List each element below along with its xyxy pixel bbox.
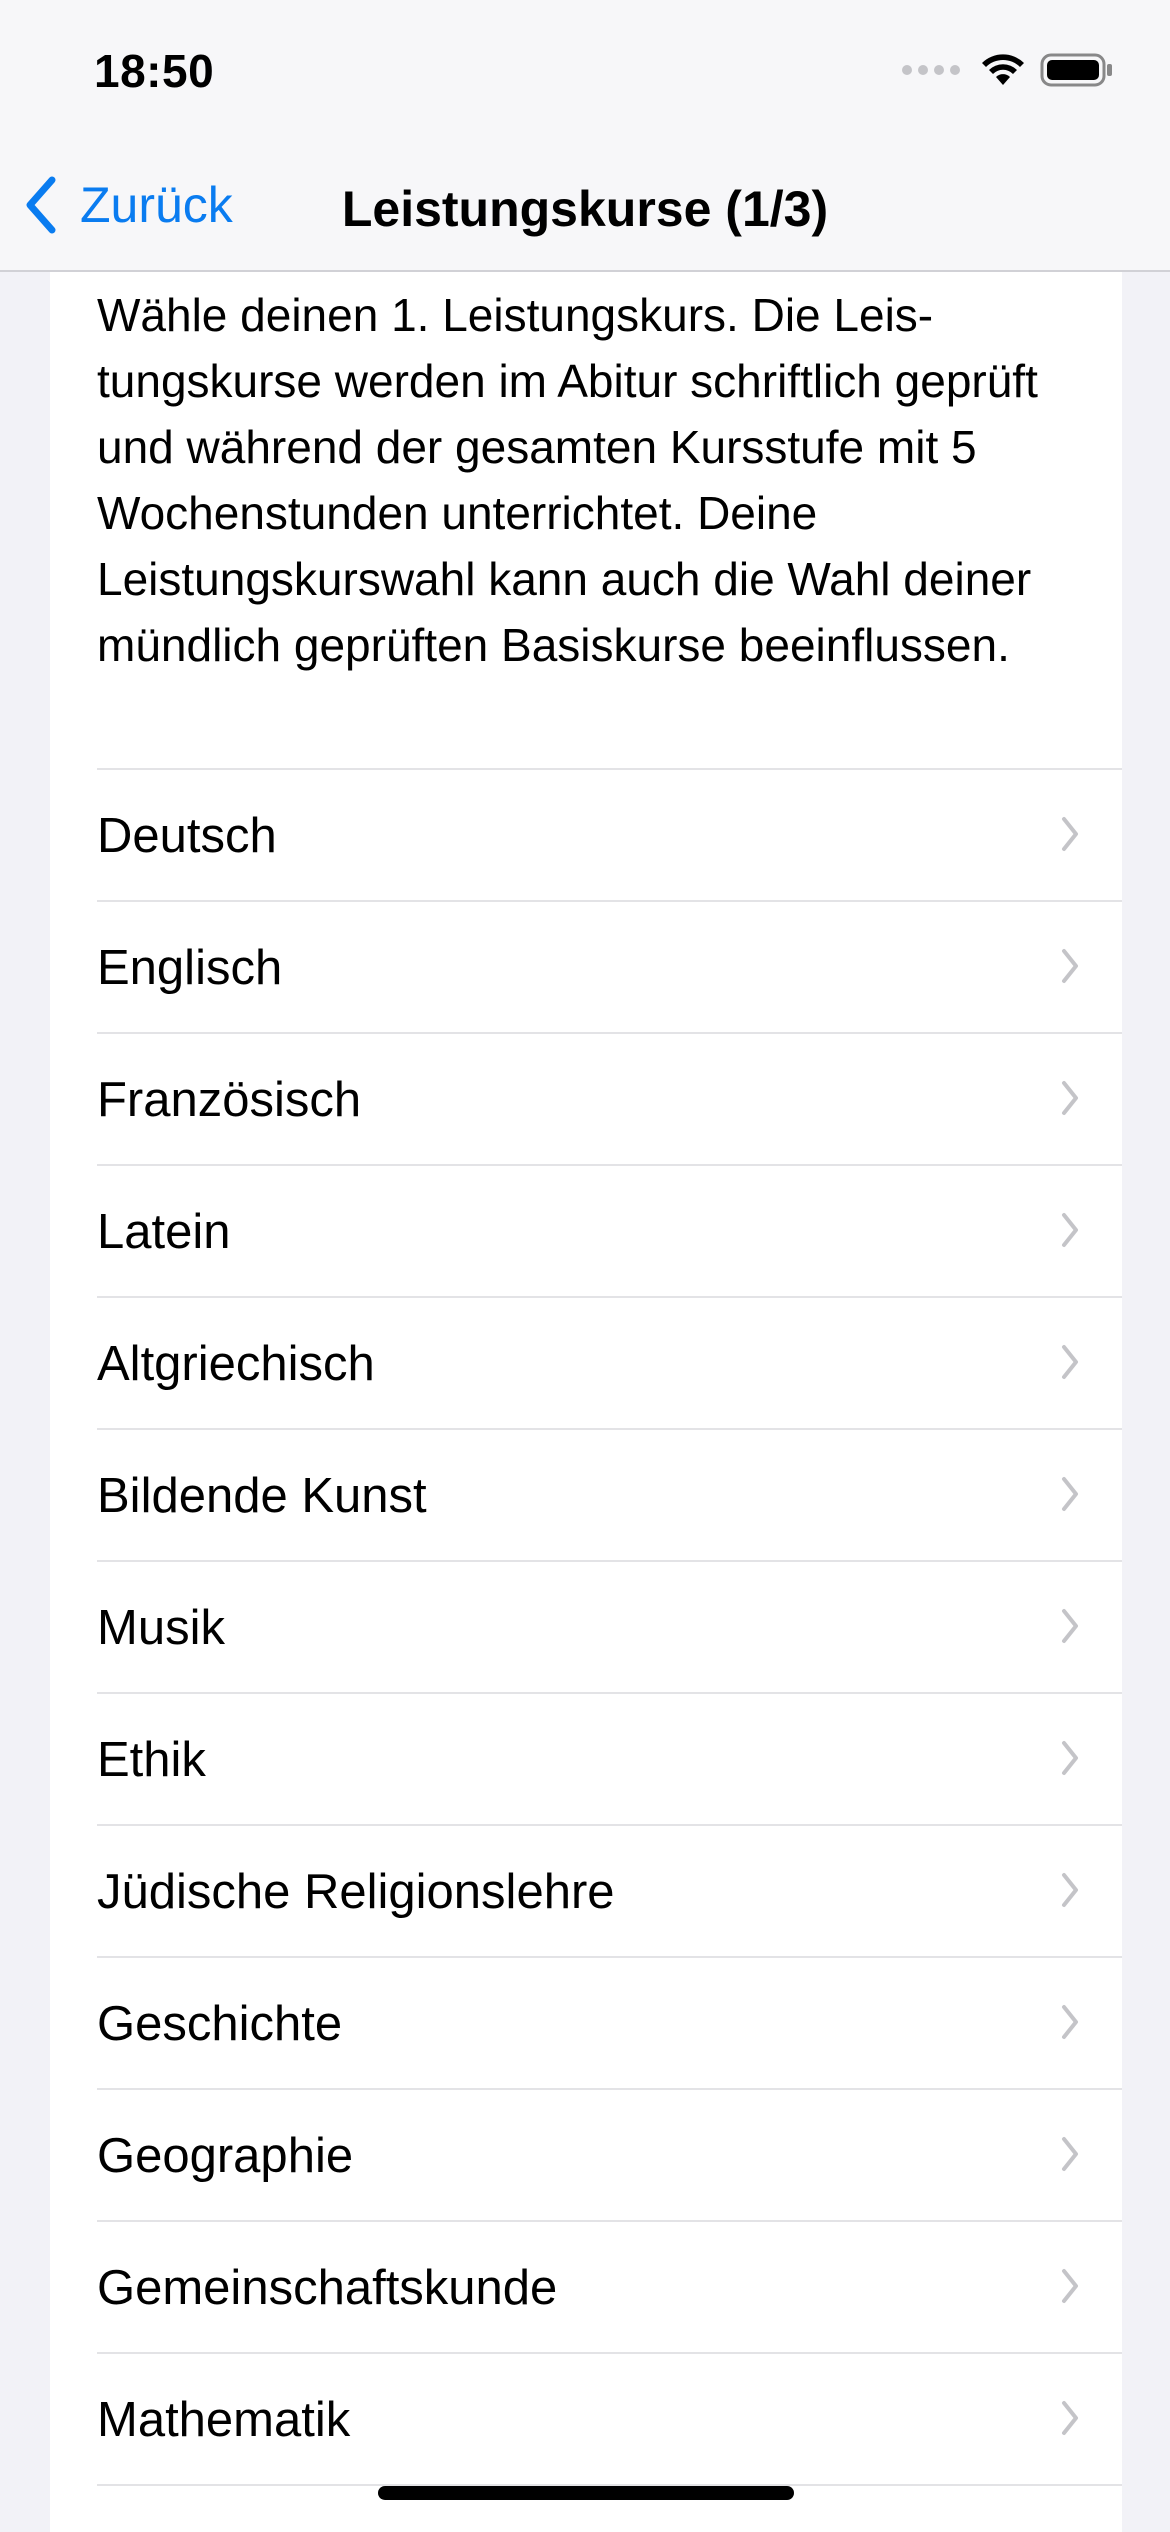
cellular-signal-icon [902,65,960,75]
chevron-right-icon [1062,1741,1078,1775]
chevron-right-icon [1062,1873,1078,1907]
course-label: Englisch [97,941,283,995]
course-label: Ethik [97,1733,206,1787]
course-label: Musik [97,1601,225,1655]
list-item[interactable]: Englisch [97,900,1122,1032]
list-item[interactable]: Französisch [97,1032,1122,1164]
course-description: Wähle deinen 1. Leistungskurs. Die Leis­… [97,289,1038,671]
list-item[interactable]: Geographie [97,2088,1122,2220]
course-label: Geschichte [97,1997,343,2051]
chevron-right-icon [1062,2269,1078,2303]
wifi-icon [982,54,1024,85]
chevron-right-icon [1062,1477,1078,1511]
battery-icon [1040,53,1112,87]
course-label: Französisch [97,1073,362,1127]
chevron-right-icon [1062,2005,1078,2039]
list-item[interactable]: Ethik [97,1692,1122,1824]
home-indicator[interactable] [378,2486,794,2500]
course-label: Jüdische Religionslehre [97,1865,615,1919]
list-item[interactable]: Mathematik [97,2352,1122,2486]
list-item[interactable]: Musik [97,1560,1122,1692]
course-label: Mathematik [97,2393,351,2447]
navigation-bar: Zurück Leistungskurse (1/3) [0,140,1170,272]
chevron-right-icon [1062,2137,1078,2171]
chevron-right-icon [1062,1081,1078,1115]
course-label: Gemeinschaftskunde [97,2261,558,2315]
status-bar: 18:50 [0,0,1170,140]
chevron-right-icon [1062,1609,1078,1643]
list-item[interactable]: Bildende Kunst [97,1428,1122,1560]
chevron-right-icon [1062,817,1078,851]
list-item[interactable]: Gemeinschaftskunde [97,2220,1122,2352]
list-item[interactable]: Deutsch [97,768,1122,900]
list-item[interactable]: Altgriechisch [97,1296,1122,1428]
list-item[interactable]: Latein [97,1164,1122,1296]
course-label: Bildende Kunst [97,1469,427,1523]
course-list: Deutsch Englisch Französisch Latein Altgriec… [97,768,1122,2486]
chevron-right-icon [1062,1345,1078,1379]
chevron-right-icon [1062,949,1078,983]
course-label: Geographie [97,2129,354,2183]
chevron-right-icon [1062,1213,1078,1247]
list-item[interactable]: Geschichte [97,1956,1122,2088]
course-label: Altgriechisch [97,1337,375,1391]
list-item[interactable]: Jüdische Religionslehre [97,1824,1122,1956]
content-card: Wähle deinen 1. Leistungskurs. Die Leis­… [50,272,1122,2532]
course-label: Deutsch [97,809,277,863]
course-label: Latein [97,1205,231,1259]
chevron-right-icon [1062,2401,1078,2435]
status-icons [902,52,1114,88]
status-time: 18:50 [94,45,215,97]
page-title: Leistungskurse (1/3) [341,181,829,237]
